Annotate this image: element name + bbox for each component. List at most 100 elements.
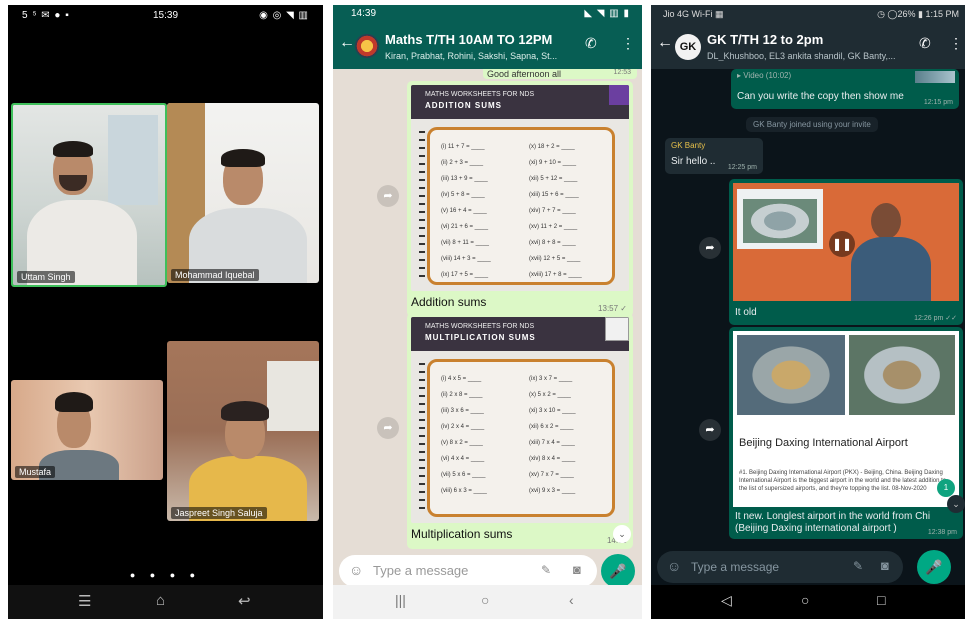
message-incoming[interactable]: GK Banty Sir hello .. 12:25 pm bbox=[665, 138, 763, 174]
status-bar: Jio 4G Wi-Fi ▦ ◷ ◯26% ▮ 1:15 PM bbox=[651, 5, 965, 23]
forward-icon[interactable]: ➦ bbox=[699, 237, 721, 259]
message-input[interactable]: Type a message bbox=[691, 560, 779, 574]
message-time: 12:38 pm bbox=[927, 529, 957, 536]
sender-name: GK Banty bbox=[671, 141, 706, 150]
status-bar: 5 ⁵ ✉ ● ▪ 15:39 ◉ ◎ ◥ ▥ bbox=[8, 5, 323, 27]
attach-icon[interactable]: ✎ bbox=[541, 563, 551, 577]
emoji-icon[interactable]: ☺ bbox=[667, 558, 681, 574]
attach-icon[interactable]: ✎ bbox=[853, 559, 863, 573]
message-time: 12:25 pm bbox=[727, 164, 757, 171]
add-call-icon[interactable]: ✆ bbox=[585, 35, 597, 52]
message-input-bar[interactable]: ☺ Type a message ✎ ◙ bbox=[657, 551, 903, 583]
group-avatar[interactable]: GK bbox=[675, 34, 701, 60]
status-icons-left: 5 ⁵ ✉ ● ▪ bbox=[22, 10, 70, 21]
message-input[interactable]: Type a message bbox=[373, 563, 468, 578]
worksheet-column-left: (i) 4 x 5 = ____ (ii) 2 x 8 = ____ (iii)… bbox=[441, 376, 487, 494]
video-call-screen: 5 ⁵ ✉ ● ▪ 15:39 ◉ ◎ ◥ ▥ Uttam Singh Moha… bbox=[8, 5, 323, 619]
video-thumbnail[interactable] bbox=[915, 71, 955, 83]
emoji-icon[interactable]: ☺ bbox=[349, 562, 363, 578]
page-indicator[interactable]: ● ● ● ● bbox=[8, 570, 323, 580]
link-message[interactable]: Beijing Daxing International Airport #1.… bbox=[729, 327, 963, 539]
partial-message: Good afternoon all 12:53 bbox=[483, 69, 637, 79]
recent-apps-icon[interactable]: □ bbox=[877, 592, 885, 608]
recent-apps-icon[interactable]: ||| bbox=[395, 592, 406, 608]
status-icons-right: ◷ ◯26% ▮ 1:15 PM bbox=[877, 9, 959, 19]
worksheet-image[interactable]: MATHS WORKSHEETS FOR NDS MULTIPLICATION … bbox=[411, 317, 629, 523]
home-icon[interactable]: ⌂ bbox=[156, 592, 165, 609]
participant-tile-mohammad[interactable]: Mohammad Iquebal bbox=[167, 103, 319, 283]
video-thumbnail[interactable]: ❚❚ bbox=[733, 183, 959, 301]
forward-icon[interactable]: ➦ bbox=[377, 185, 399, 207]
back-arrow-icon[interactable]: ← bbox=[657, 34, 673, 52]
worksheet-column-left: (i) 11 + 7 = ____ (ii) 2 + 3 = ____ (iii… bbox=[441, 144, 491, 278]
unread-badge[interactable]: 1 bbox=[937, 479, 955, 497]
chat-header: ← Maths T/TH 10AM TO 12PM Kiran, Prabhat… bbox=[333, 23, 642, 69]
camera-icon[interactable]: ◙ bbox=[881, 558, 889, 573]
image-message-addition[interactable]: MATHS WORKSHEETS FOR NDS ADDITION SUMS (… bbox=[407, 81, 633, 317]
back-arrow-icon[interactable]: ← bbox=[339, 34, 355, 52]
navigation-bar: ||| ○ ‹ bbox=[333, 585, 642, 619]
chat-members[interactable]: Kiran, Prabhat, Rohini, Sakshi, Sapna, S… bbox=[385, 51, 581, 61]
scroll-down-button[interactable]: ⌄ bbox=[613, 525, 631, 543]
worksheet-column-right: (x) 18 + 2 = ____ (xi) 9 + 10 = ____ (xi… bbox=[529, 144, 582, 278]
mic-button[interactable]: 🎤 bbox=[601, 554, 635, 588]
chat-header: ← GK GK T/TH 12 to 2pm DL_Khushboo, EL3 … bbox=[651, 23, 965, 69]
worksheet-image[interactable]: MATHS WORKSHEETS FOR NDS ADDITION SUMS (… bbox=[411, 85, 629, 291]
video-label: ▸ Video (10:02) bbox=[737, 71, 792, 80]
status-time: 15:39 bbox=[153, 10, 179, 21]
menu-icon[interactable]: ☰ bbox=[78, 592, 91, 610]
worksheet-header: MATHS WORKSHEETS FOR NDS bbox=[425, 91, 535, 98]
home-icon[interactable]: ○ bbox=[481, 592, 489, 608]
back-icon[interactable]: ◁ bbox=[721, 592, 732, 609]
pause-icon[interactable]: ❚❚ bbox=[829, 231, 855, 257]
forward-icon[interactable]: ➦ bbox=[377, 417, 399, 439]
status-icons-right: ◣ ◥ ▥ ▮ bbox=[584, 8, 630, 19]
home-icon[interactable]: ○ bbox=[801, 592, 809, 608]
back-icon[interactable]: ↩ bbox=[238, 592, 251, 610]
image-message-multiplication[interactable]: MATHS WORKSHEETS FOR NDS MULTIPLICATION … bbox=[407, 313, 633, 549]
message-outgoing[interactable]: ▸ Video (10:02) Can you write the copy t… bbox=[731, 69, 959, 109]
back-icon[interactable]: ‹ bbox=[569, 592, 574, 608]
worksheet-title: ADDITION SUMS bbox=[425, 101, 502, 110]
scroll-down-button[interactable]: ⌄ bbox=[947, 495, 965, 513]
participant-tile-jaspreet[interactable]: Jaspreet Singh Saluja bbox=[167, 341, 319, 521]
message-input-bar[interactable]: ☺ Type a message ✎ ◙ bbox=[339, 555, 597, 587]
status-carrier: Jio 4G Wi-Fi ▦ bbox=[663, 9, 724, 19]
camera-icon[interactable]: ◙ bbox=[573, 562, 581, 577]
forward-icon[interactable]: ➦ bbox=[699, 419, 721, 441]
group-avatar[interactable] bbox=[355, 34, 379, 58]
whatsapp-gk-chat: Jio 4G Wi-Fi ▦ ◷ ◯26% ▮ 1:15 PM ← GK GK … bbox=[651, 5, 965, 619]
message-text: It new. Longlest airport in the world fr… bbox=[735, 511, 931, 534]
status-time: 14:39 bbox=[351, 8, 377, 19]
system-note: GK Banty joined using your invite bbox=[746, 117, 878, 132]
message-text: Sir hello .. bbox=[671, 156, 716, 167]
participant-tile-mustafa[interactable]: Mustafa bbox=[11, 380, 163, 480]
more-options-icon[interactable]: ⋮ bbox=[621, 35, 635, 52]
message-time: 13:57 ✓ bbox=[598, 304, 627, 313]
link-description: #1. Beijing Daxing International Airport… bbox=[739, 470, 947, 492]
worksheet-header: MATHS WORKSHEETS FOR NDS bbox=[425, 323, 535, 330]
participant-tile-uttam[interactable]: Uttam Singh bbox=[11, 103, 167, 287]
message-time: 12:15 pm bbox=[923, 99, 953, 106]
participant-name: Jaspreet Singh Saluja bbox=[171, 507, 267, 519]
message-time: 12:26 pm ✓✓ bbox=[914, 315, 957, 322]
chat-title[interactable]: GK T/TH 12 to 2pm bbox=[707, 32, 823, 47]
partial-message-time: 12:53 bbox=[613, 69, 631, 76]
add-call-icon[interactable]: ✆ bbox=[919, 35, 931, 52]
link-preview-card[interactable]: Beijing Daxing International Airport #1.… bbox=[733, 331, 959, 507]
message-caption: Addition sums bbox=[411, 295, 487, 309]
participant-name: Uttam Singh bbox=[17, 271, 75, 283]
status-bar: 14:39 ◣ ◥ ▥ ▮ bbox=[333, 5, 642, 23]
chat-title[interactable]: Maths T/TH 10AM TO 12PM bbox=[385, 32, 552, 47]
chat-members[interactable]: DL_Khushboo, EL3 ankita shandil, GK Bant… bbox=[707, 51, 903, 61]
whatsapp-maths-chat: 14:39 ◣ ◥ ▥ ▮ ← Maths T/TH 10AM TO 12PM … bbox=[333, 5, 642, 619]
message-caption: Multiplication sums bbox=[411, 527, 513, 541]
partial-message-text: Good afternoon all bbox=[487, 69, 562, 79]
mic-button[interactable]: 🎤 bbox=[917, 550, 951, 584]
video-message[interactable]: ❚❚ It old 12:26 pm ✓✓ bbox=[729, 179, 963, 325]
navigation-bar: ◁ ○ □ bbox=[651, 585, 965, 619]
navigation-bar: ☰ ⌂ ↩ bbox=[8, 585, 323, 619]
participant-name: Mustafa bbox=[15, 466, 56, 478]
participant-name: Mohammad Iquebal bbox=[171, 269, 259, 281]
more-options-icon[interactable]: ⋮ bbox=[949, 35, 963, 52]
